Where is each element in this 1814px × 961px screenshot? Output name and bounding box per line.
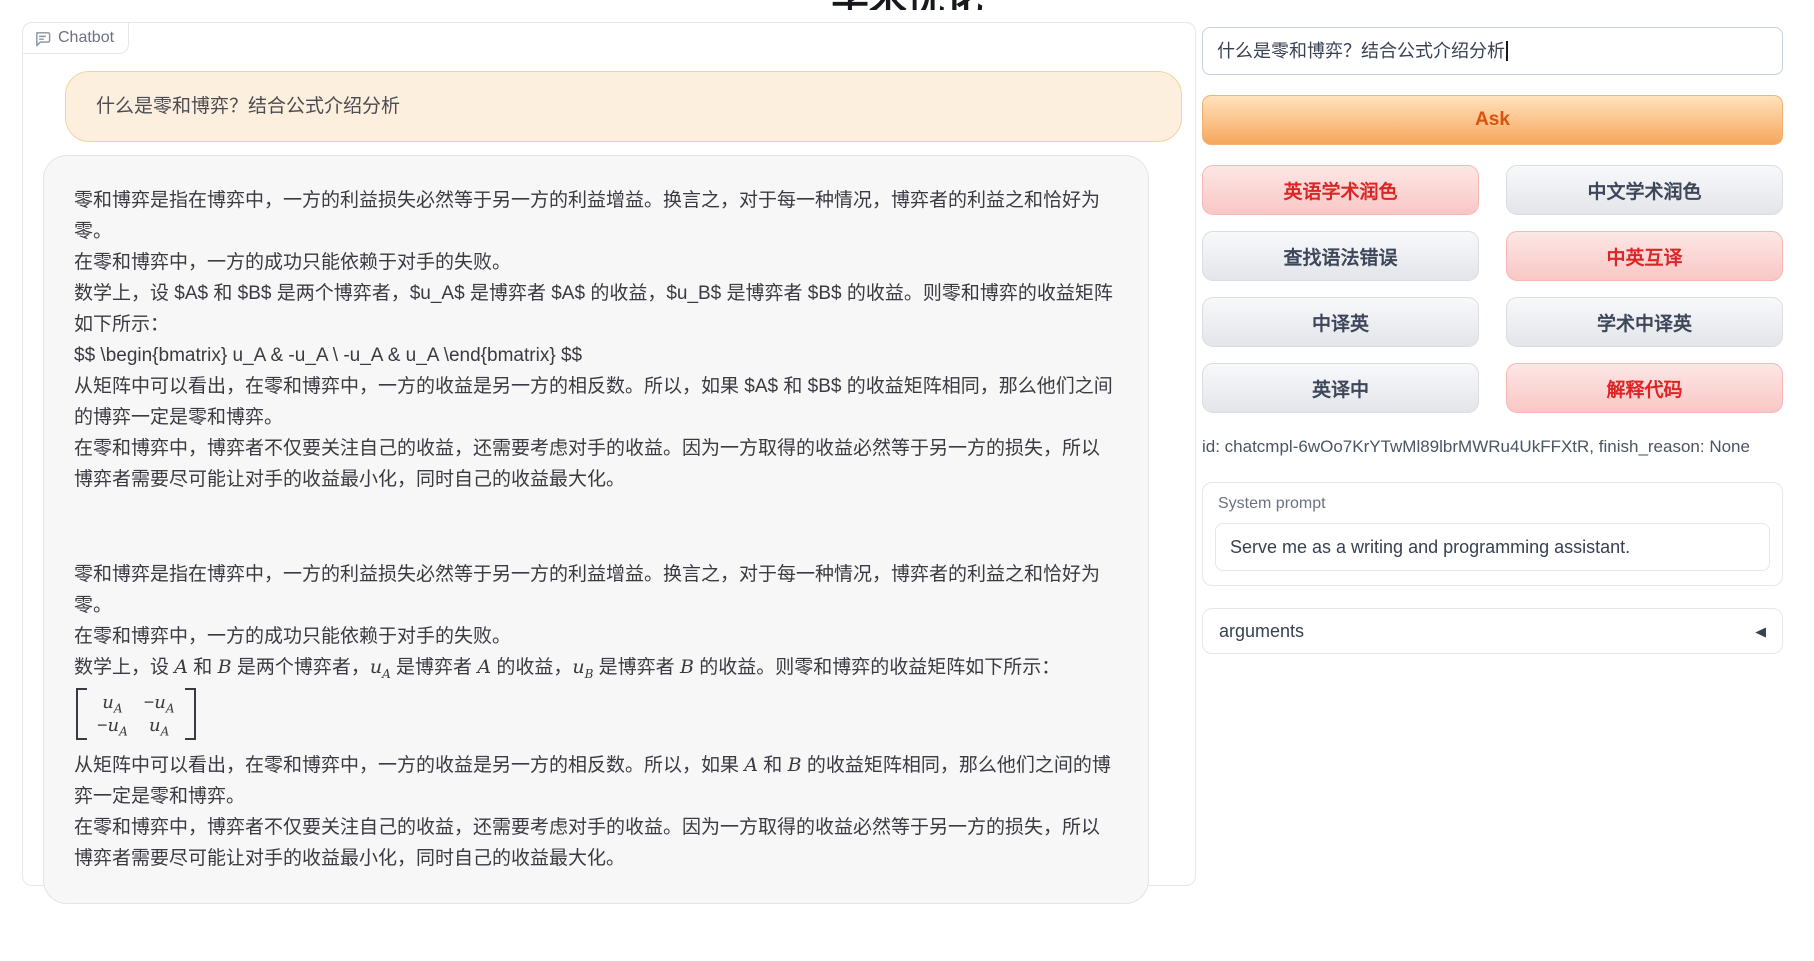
matrix-bracket-right-icon [185, 688, 196, 740]
matrix-cell: uA [97, 691, 128, 714]
system-prompt-box: System prompt Serve me as a writing and … [1202, 482, 1783, 586]
user-message-bubble: 什么是零和博弈？结合公式介绍分析 [65, 71, 1182, 142]
system-prompt-label: System prompt [1218, 495, 1770, 513]
question-input-value: 什么是零和博弈？结合公式介绍分析 [1217, 41, 1505, 61]
bot-rendered-paragraph: 数学上，设 A 和 B 是两个博弈者，uA 是博弈者 A 的收益，uB 是博弈者… [74, 652, 1118, 683]
btn-explain-code[interactable]: 解释代码 [1506, 363, 1783, 413]
clipped-page-title: 学术优化 [0, 0, 1814, 10]
bot-raw-paragraph: 零和博弈是指在博弈中，一方的利益损失必然等于另一方的利益增益。换言之，对于每一种… [74, 185, 1118, 247]
control-panel: 什么是零和博弈？结合公式介绍分析 Ask 英语学术润色 中文学术润色 查找语法错… [1202, 27, 1783, 654]
arguments-accordion[interactable]: arguments ◀ [1202, 608, 1783, 654]
response-id-status: id: chatcmpl-6wOo7KrYTwMl89lbrMWRu4UkFFX… [1202, 437, 1783, 457]
chatbot-label-text: Chatbot [58, 29, 114, 47]
matrix-cell: −uA [144, 691, 175, 714]
matrix-cell: uA [144, 714, 175, 737]
chatbot-label: Chatbot [22, 22, 129, 54]
bot-rendered-paragraph: 在零和博弈中，博弈者不仅要关注自己的收益，还需要考虑对手的收益。因为一方取得的收… [74, 812, 1118, 874]
user-message-text: 什么是零和博弈？结合公式介绍分析 [96, 96, 400, 117]
chatbot-panel: Chatbot 什么是零和博弈？结合公式介绍分析 零和博弈是指在博弈中，一方的利… [22, 22, 1196, 886]
matrix-cells: uA −uA −uA uA [87, 688, 185, 740]
matrix-bracket-left-icon [76, 688, 87, 740]
btn-en-to-zh[interactable]: 英译中 [1202, 363, 1479, 413]
matrix-cell: −uA [97, 714, 128, 737]
system-prompt-input[interactable]: Serve me as a writing and programming as… [1215, 523, 1770, 571]
message-list: 什么是零和博弈？结合公式介绍分析 零和博弈是指在博弈中，一方的利益损失必然等于另… [23, 23, 1195, 904]
chat-bubble-icon [34, 30, 51, 47]
btn-english-academic-polish[interactable]: 英语学术润色 [1202, 165, 1479, 215]
bot-raw-paragraph: 在零和博弈中，博弈者不仅要关注自己的收益，还需要考虑对手的收益。因为一方取得的收… [74, 433, 1118, 495]
matrix-formula: uA −uA −uA uA [76, 688, 196, 740]
bot-raw-paragraph: 在零和博弈中，一方的成功只能依赖于对手的失败。 [74, 247, 1118, 278]
question-input[interactable]: 什么是零和博弈？结合公式介绍分析 [1202, 27, 1783, 75]
bot-rendered-paragraph: 零和博弈是指在博弈中，一方的利益损失必然等于另一方的利益增益。换言之，对于每一种… [74, 559, 1118, 621]
bot-raw-paragraph: 从矩阵中可以看出，在零和博弈中，一方的收益是另一方的相反数。所以，如果 $A$ … [74, 371, 1118, 433]
btn-find-grammar-errors[interactable]: 查找语法错误 [1202, 231, 1479, 281]
bot-rendered-paragraph: 在零和博弈中，一方的成功只能依赖于对手的失败。 [74, 621, 1118, 652]
collapse-arrow-icon: ◀ [1755, 623, 1766, 639]
bot-raw-paragraph: 数学上，设 $A$ 和 $B$ 是两个博弈者，$u_A$ 是博弈者 $A$ 的收… [74, 278, 1118, 340]
quick-action-grid: 英语学术润色 中文学术润色 查找语法错误 中英互译 中译英 学术中译英 英译中 … [1202, 165, 1783, 413]
latex-source-line: $$ \begin{bmatrix} u_A & -u_A \ -u_A & u… [74, 340, 1118, 371]
btn-academic-zh-to-en[interactable]: 学术中译英 [1506, 297, 1783, 347]
btn-zh-en-mutual-translate[interactable]: 中英互译 [1506, 231, 1783, 281]
paragraph-gap [74, 495, 1118, 559]
arguments-label: arguments [1219, 621, 1304, 642]
text-cursor [1506, 41, 1508, 61]
btn-chinese-academic-polish[interactable]: 中文学术润色 [1506, 165, 1783, 215]
bot-message-bubble: 零和博弈是指在博弈中，一方的利益损失必然等于另一方的利益增益。换言之，对于每一种… [43, 155, 1149, 904]
btn-zh-to-en[interactable]: 中译英 [1202, 297, 1479, 347]
bot-rendered-paragraph: 从矩阵中可以看出，在零和博弈中，一方的收益是另一方的相反数。所以，如果 A 和 … [74, 750, 1118, 812]
system-prompt-value: Serve me as a writing and programming as… [1230, 537, 1630, 557]
ask-button[interactable]: Ask [1202, 95, 1783, 145]
